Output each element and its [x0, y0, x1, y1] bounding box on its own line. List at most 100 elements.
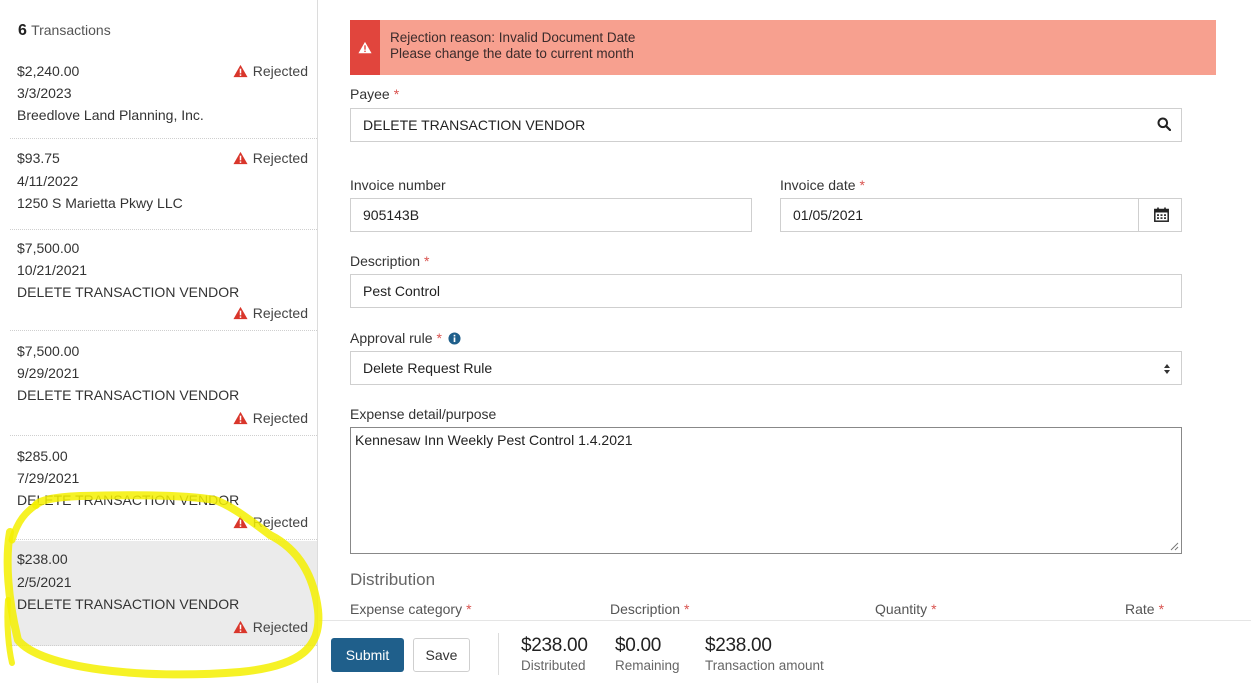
col-rate: Rate *: [1125, 601, 1164, 617]
col-rate-text: Rate: [1125, 601, 1155, 617]
transaction-form: Rejection reason: Invalid Document Date …: [319, 0, 1251, 683]
transaction-amount: $2,240.00: [17, 63, 80, 79]
payee-label: Payee *: [350, 86, 399, 102]
payee-input[interactable]: DELETE TRANSACTION VENDOR: [350, 108, 1182, 142]
calendar-icon[interactable]: [1154, 207, 1169, 225]
transaction-item-selected[interactable]: $238.00 2/5/2021 DELETE TRANSACTION VEND…: [10, 541, 317, 646]
transaction-sidebar: 6 Transactions $2,240.00 Rejected 3/3/20…: [0, 0, 318, 683]
distributed-label: Distributed: [521, 658, 586, 673]
transaction-amount: $285.00: [17, 448, 68, 464]
warning-triangle-icon: [358, 41, 372, 54]
distributed-stat: $238.00 Distributed: [521, 635, 588, 673]
transaction-date: 2/5/2021: [17, 574, 72, 590]
col-description: Description *: [610, 601, 689, 617]
remaining-amount: $0.00: [615, 635, 662, 656]
invoice-date-value: 01/05/2021: [793, 207, 864, 223]
col-description-text: Description: [610, 601, 681, 617]
alert-icon-box: [350, 20, 380, 75]
transaction-item[interactable]: $7,500.00 10/21/2021 DELETE TRANSACTION …: [10, 231, 317, 331]
transaction-amount: $238.00: [17, 551, 68, 567]
expense-detail-label-text: Expense detail/purpose: [350, 406, 497, 422]
payee-label-text: Payee: [350, 86, 390, 102]
resize-handle-icon[interactable]: [1169, 541, 1179, 551]
transaction-date: 10/21/2021: [17, 262, 88, 278]
action-footer: Submit Save $238.00 Distributed $0.00 Re…: [319, 620, 1251, 683]
transaction-status: Rejected: [233, 305, 308, 321]
alert-message: Rejection reason: Invalid Document Date …: [380, 20, 635, 75]
transaction-vendor: DELETE TRANSACTION VENDOR: [17, 284, 240, 300]
transaction-vendor: DELETE TRANSACTION VENDOR: [17, 387, 240, 403]
transaction-status-label: Rejected: [252, 619, 308, 635]
transaction-status-label: Rejected: [252, 305, 308, 321]
required-mark: *: [1158, 601, 1165, 617]
approval-rule-value: Delete Request Rule: [363, 360, 493, 376]
transaction-item[interactable]: $93.75 Rejected 4/11/2022 1250 S Mariett…: [10, 140, 317, 230]
transaction-item[interactable]: $2,240.00 Rejected 3/3/2023 Breedlove La…: [10, 57, 317, 139]
warning-triangle-icon: [233, 620, 248, 634]
transaction-status: Rejected: [233, 619, 308, 635]
invoice-number-value: 905143B: [363, 207, 420, 223]
transaction-count-label: Transactions: [31, 22, 111, 38]
distribution-title: Distribution: [350, 570, 436, 589]
transaction-amount: $7,500.00: [17, 343, 80, 359]
alert-reason: Rejection reason: Invalid Document Date: [390, 30, 636, 45]
transaction-date: 4/11/2022: [17, 173, 79, 189]
transaction-status: Rejected: [233, 514, 308, 530]
expense-detail-label: Expense detail/purpose: [350, 406, 496, 422]
invoice-number-label: Invoice number: [350, 177, 446, 193]
date-divider: [1138, 199, 1139, 231]
approval-rule-label: Approval rule *: [350, 330, 461, 346]
transaction-count: 6 Transactions: [18, 22, 111, 40]
transaction-amount: $7,500.00: [17, 240, 80, 256]
col-quantity: Quantity *: [875, 601, 937, 617]
transaction-item[interactable]: $7,500.00 9/29/2021 DELETE TRANSACTION V…: [10, 332, 317, 436]
warning-triangle-icon: [233, 151, 248, 165]
save-button[interactable]: Save: [413, 638, 470, 672]
transaction-status: Rejected: [233, 150, 308, 166]
select-arrows-icon: [1163, 362, 1171, 378]
description-value: Pest Control: [363, 283, 441, 299]
transaction-amount-stat: $238.00 Transaction amount: [705, 635, 824, 673]
col-expense-category-text: Expense category: [350, 601, 463, 617]
remaining-label: Remaining: [615, 658, 680, 673]
col-expense-category: Expense category *: [350, 601, 472, 617]
required-mark: *: [393, 86, 400, 102]
warning-triangle-icon: [233, 411, 248, 425]
warning-triangle-icon: [233, 64, 248, 78]
invoice-date-label-text: Invoice date: [780, 177, 856, 193]
required-mark: *: [436, 330, 442, 346]
transaction-amount: $93.75: [17, 150, 60, 166]
transaction-vendor: DELETE TRANSACTION VENDOR: [17, 596, 240, 612]
approval-rule-select[interactable]: Delete Request Rule: [350, 351, 1182, 385]
transaction-status-label: Rejected: [252, 410, 308, 426]
invoice-date-input[interactable]: 01/05/2021: [780, 198, 1182, 232]
warning-triangle-icon: [233, 306, 248, 320]
required-mark: *: [931, 601, 937, 617]
transaction-status: Rejected: [233, 63, 308, 79]
transaction-status-label: Rejected: [252, 150, 308, 166]
distributed-amount: $238.00: [521, 635, 588, 656]
submit-button[interactable]: Submit: [331, 638, 404, 672]
required-mark: *: [466, 601, 472, 617]
description-label-text: Description: [350, 253, 421, 269]
transaction-status: Rejected: [233, 410, 308, 426]
description-label: Description *: [350, 253, 429, 269]
description-input[interactable]: Pest Control: [350, 274, 1182, 308]
transaction-status-label: Rejected: [252, 514, 308, 530]
transaction-vendor: Breedlove Land Planning, Inc.: [17, 107, 204, 123]
required-mark: *: [684, 601, 690, 617]
search-icon[interactable]: [1157, 117, 1172, 134]
transaction-count-number: 6: [18, 22, 27, 39]
transaction-date: 9/29/2021: [17, 365, 80, 381]
info-circle-icon[interactable]: [448, 331, 461, 345]
remaining-stat: $0.00 Remaining: [615, 635, 680, 673]
warning-triangle-icon: [233, 515, 248, 529]
invoice-number-label-text: Invoice number: [350, 177, 446, 193]
alert-instruction: Please change the date to current month: [390, 46, 634, 61]
transaction-item[interactable]: $285.00 7/29/2021 DELETE TRANSACTION VEN…: [10, 437, 317, 540]
invoice-number-input[interactable]: 905143B: [350, 198, 752, 232]
invoice-date-label: Invoice date *: [780, 177, 865, 193]
transaction-status-label: Rejected: [252, 63, 308, 79]
expense-detail-textarea[interactable]: Kennesaw Inn Weekly Pest Control 1.4.202…: [350, 427, 1182, 554]
approval-rule-label-text: Approval rule: [350, 330, 433, 346]
